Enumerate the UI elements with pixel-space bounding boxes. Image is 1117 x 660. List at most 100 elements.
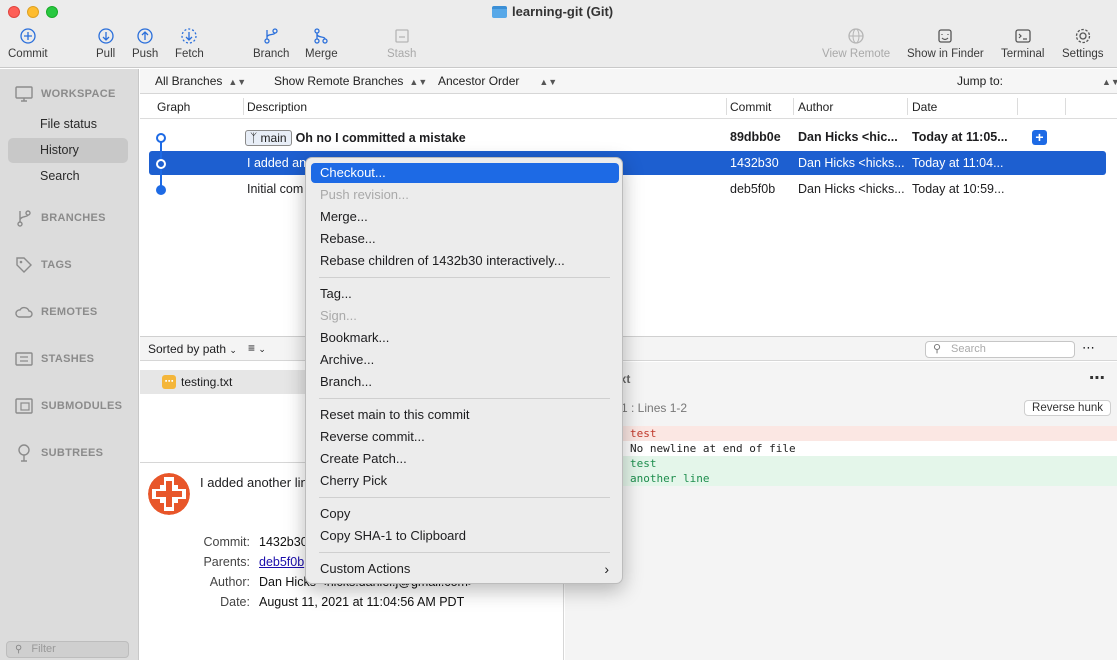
sidebar-section-subtrees[interactable]: SUBTREES [14,443,103,463]
sidebar-section-branches[interactable]: BRANCHES [14,208,106,228]
menu-item-archive[interactable]: Archive... [311,350,619,370]
search-placeholder: Search [951,343,986,355]
fetch-label: Fetch [175,48,204,60]
diff-line-context: No newline at end of file [565,441,1117,456]
push-button[interactable]: Push [132,27,158,60]
tree-icon [18,444,30,462]
pull-button[interactable]: Pull [96,27,115,60]
stash-button[interactable]: Stash [387,27,416,60]
more-options-button[interactable]: ⋯ [1082,340,1095,356]
column-commit[interactable]: Commit [730,100,771,114]
globe-icon [848,28,864,44]
commit-row[interactable]: Initial com deb5f0b Dan Hicks <hicks... … [149,177,1106,201]
sidebar-filter-input[interactable]: ⚲ Filter [6,641,129,658]
menu-item-push-revision[interactable]: Push revision... [311,185,619,205]
commit-row-selected[interactable]: I added an 1432b30 Dan Hicks <hicks... T… [149,151,1106,175]
parents-label: Parents: [203,555,250,569]
fetch-button[interactable]: Fetch [175,27,204,60]
column-divider [243,98,244,115]
menu-item-tag[interactable]: Tag... [311,284,619,304]
commit-button[interactable]: Commit [8,27,48,60]
add-button[interactable]: + [1032,130,1047,145]
sidebar-item-history[interactable]: History [8,138,128,163]
commit-hash: 1432b30 [730,156,779,170]
merge-button[interactable]: Merge [305,27,338,60]
jump-to-label: Jump to: [957,74,1004,88]
menu-item-checkout[interactable]: Checkout... [311,163,619,183]
order-select[interactable]: Ancestor Order ▲▼ [438,74,557,88]
column-date[interactable]: Date [912,100,937,114]
workspace-label: WORKSPACE [41,88,116,100]
commit-hash-value: 1432b30 [259,535,308,549]
minimize-window-button[interactable] [27,6,39,18]
commit-label: Commit: [203,535,250,549]
commit-description: I added an [247,156,307,170]
terminal-label: Terminal [1001,48,1045,60]
close-window-button[interactable] [8,6,20,18]
zoom-window-button[interactable] [46,6,58,18]
menu-item-copy-sha[interactable]: Copy SHA-1 to Clipboard [311,526,619,546]
commit-icon [20,28,36,44]
sidebar-item-file-status[interactable]: File status [8,112,128,137]
column-graph[interactable]: Graph [157,100,190,114]
menu-item-bookmark[interactable]: Bookmark... [311,328,619,348]
sidebar-section-stashes[interactable]: STASHES [14,349,94,369]
view-remote-button[interactable]: View Remote [822,27,890,60]
tags-label: TAGS [41,259,72,271]
show-in-finder-button[interactable]: Show in Finder [907,27,984,60]
settings-label: Settings [1062,48,1104,60]
remote-filter-select[interactable]: Show Remote Branches ▲▼ [274,74,427,88]
push-label: Push [132,48,159,60]
sort-select[interactable]: Sorted by path ⌄ [148,342,237,356]
sidebar-section-submodules[interactable]: SUBMODULES [14,396,122,416]
chevron-updown-icon: ▲▼ [409,77,428,87]
menu-item-branch[interactable]: Branch... [311,372,619,392]
commit-date: Today at 11:04... [912,156,1004,170]
column-divider [793,98,794,115]
modified-file-icon: ⋯ [162,375,176,389]
menu-item-cherry-pick[interactable]: Cherry Pick [311,471,619,491]
sidebar: WORKSPACE File status History Search BRA… [0,69,139,660]
list-icon: ≡ [248,341,256,355]
order-value: Ancestor Order [438,74,520,88]
column-description[interactable]: Description [247,100,307,114]
search-icon: ⚲ [933,343,942,355]
column-author[interactable]: Author [798,100,833,114]
diff-more-button[interactable]: ⋯ [1089,368,1105,388]
commit-label: Commit [8,48,48,60]
menu-item-copy[interactable]: Copy [311,504,619,524]
sidebar-section-tags[interactable]: TAGS [14,255,72,275]
ellipsis-icon: ⋯ [1089,370,1105,387]
menu-item-reset[interactable]: Reset main to this commit [311,405,619,425]
branch-filter-value: All Branches [155,74,223,88]
jump-to-select[interactable]: Jump to: [957,74,1003,88]
remote-filter-value: Show Remote Branches [274,74,404,88]
sidebar-section-remotes[interactable]: REMOTES [14,302,98,322]
diff-search-input[interactable]: ⚲ Search [925,341,1075,358]
menu-item-create-patch[interactable]: Create Patch... [311,449,619,469]
description-cell: ᛉ main Oh no I committed a mistake [245,130,466,146]
menu-item-sign[interactable]: Sign... [311,306,619,326]
sidebar-item-search[interactable]: Search [8,164,128,189]
reverse-hunk-button[interactable]: Reverse hunk [1024,400,1111,416]
menu-item-reverse-commit[interactable]: Reverse commit... [311,427,619,447]
stash-label: Stash [387,48,417,60]
date-label: Date: [220,595,250,609]
menu-item-rebase-children[interactable]: Rebase children of 1432b30 interactively… [311,251,619,271]
branch-label-badge[interactable]: ᛉ main [245,130,292,146]
column-divider [726,98,727,115]
graph-node [156,159,166,169]
menu-item-merge[interactable]: Merge... [311,207,619,227]
parent-hash-link[interactable]: deb5f0b [259,555,304,569]
commit-row[interactable]: ᛉ main Oh no I committed a mistake 89dbb0… [149,125,1106,149]
settings-button[interactable]: Settings [1062,27,1104,60]
sidebar-section-workspace[interactable]: WORKSPACE [14,84,116,104]
branch-filter-select[interactable]: All Branches ▲▼ [155,74,246,88]
chevron-updown-icon: ▲▼ [1102,77,1117,87]
menu-item-rebase[interactable]: Rebase... [311,229,619,249]
branch-button[interactable]: Branch [253,27,289,60]
view-mode-select[interactable]: ≡ ⌄ [248,341,266,355]
menu-item-custom-actions[interactable]: Custom Actions › [311,559,619,579]
chevron-down-icon: ⌄ [258,344,266,354]
terminal-button[interactable]: Terminal [1001,27,1044,60]
